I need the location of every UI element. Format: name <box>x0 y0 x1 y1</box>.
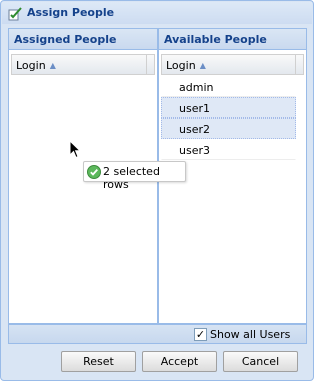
drag-status-tooltip: 2 selected rows <box>83 161 186 191</box>
login-cell: admin <box>179 81 214 94</box>
column-separator <box>146 54 147 75</box>
assigned-people-header: Assigned People <box>9 29 157 50</box>
available-login-column-header[interactable]: Login ▲ <box>161 54 304 75</box>
grid-footer-toolbar: ✓ Show all Users <box>8 324 307 344</box>
login-cell: user2 <box>179 123 210 136</box>
table-row[interactable]: user2 <box>161 118 296 139</box>
column-label: Login <box>16 59 46 72</box>
title-bar[interactable]: Assign People <box>2 2 312 24</box>
available-people-header: Available People <box>159 29 306 50</box>
cancel-button[interactable]: Cancel <box>223 351 298 372</box>
assigned-login-column-header[interactable]: Login ▲ <box>11 54 155 75</box>
login-cell: user3 <box>179 144 210 157</box>
drag-status-text: 2 selected rows <box>103 165 160 191</box>
mouse-pointer-icon <box>69 140 81 159</box>
show-all-users-label[interactable]: Show all Users <box>210 328 290 341</box>
accept-button[interactable]: Accept <box>142 351 217 372</box>
column-separator <box>295 54 296 75</box>
assign-people-icon <box>8 7 22 21</box>
window-title: Assign People <box>27 6 115 19</box>
sort-asc-icon: ▲ <box>49 61 56 70</box>
sort-asc-icon: ▲ <box>199 61 206 70</box>
table-row[interactable]: user3 <box>161 139 296 160</box>
login-cell: user1 <box>179 102 210 115</box>
show-all-users-checkbox[interactable]: ✓ <box>194 328 207 341</box>
table-row[interactable]: admin <box>161 76 296 97</box>
available-people-list: admin user1 user2 user3 <box>161 76 296 160</box>
column-label: Login <box>166 59 196 72</box>
reset-button[interactable]: Reset <box>61 351 136 372</box>
table-row[interactable]: user1 <box>161 97 296 118</box>
check-circle-icon <box>87 165 101 179</box>
